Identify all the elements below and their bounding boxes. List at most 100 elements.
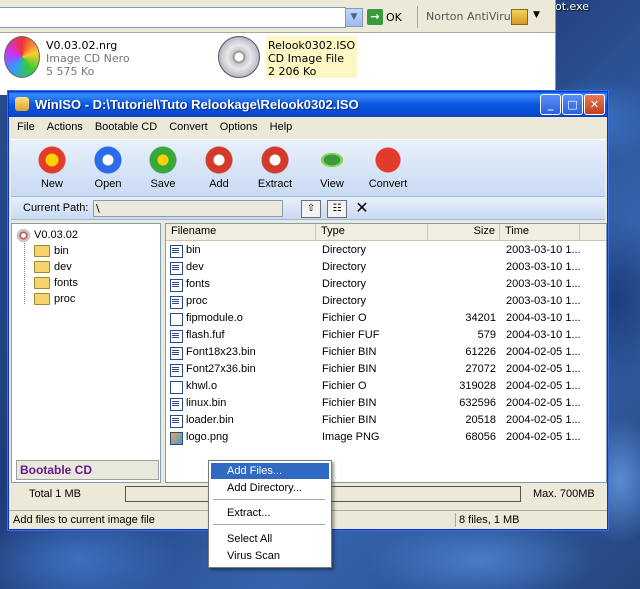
table-row[interactable]: fipmodule.o Fichier O 34201 2004-03-10 1... (166, 310, 606, 327)
up-folder-icon: ⇧ (306, 203, 316, 214)
menu-item-extract[interactable]: Extract... (211, 505, 329, 521)
norton-antivirus-label[interactable]: Norton AntiVirus (426, 10, 516, 23)
menu-file[interactable]: File (11, 118, 41, 137)
cell-size (428, 242, 496, 259)
delete-x-icon: ✕ (355, 198, 369, 217)
folder-icon (34, 245, 50, 257)
chevron-down-icon[interactable]: ▼ (533, 10, 540, 20)
convert-label: Convert (368, 178, 408, 190)
table-row[interactable]: loader.bin Fichier BIN 20518 2004-02-05 1..… (166, 412, 606, 429)
menu-options[interactable]: Options (214, 118, 264, 137)
file-type: CD Image File (268, 52, 345, 65)
go-button[interactable]: → OK (367, 8, 402, 26)
file-list-header: Filename Type Size Time (166, 224, 606, 241)
table-row[interactable]: proc Directory 2003-03-10 1... (166, 293, 606, 310)
cell-filename: fonts (186, 278, 210, 290)
new-button[interactable]: New (27, 144, 77, 194)
view-button[interactable]: View (307, 144, 357, 194)
file-tile-iso[interactable]: Relook0302.ISO CD Image File 2 206 Ko (218, 36, 358, 78)
folder-icon (34, 293, 50, 305)
extract-icon (259, 144, 291, 176)
cell-filename: loader.bin (186, 414, 234, 426)
menu-help[interactable]: Help (264, 118, 299, 137)
cell-filename: fipmodule.o (186, 312, 243, 324)
menu-separator (213, 524, 325, 525)
menu-convert[interactable]: Convert (163, 118, 214, 137)
table-row[interactable]: Font27x36.bin Fichier BIN 27072 2004-02-05 … (166, 361, 606, 378)
cell-time: 2003-03-10 1... (506, 261, 581, 273)
delete-button[interactable]: ✕ (353, 200, 371, 216)
cell-time: 2004-02-05 1... (506, 414, 581, 426)
tree-root[interactable]: V0.03.02 (17, 227, 78, 243)
max-size-label[interactable]: Max. 700MB (533, 488, 595, 500)
tree-item-label: proc (54, 293, 76, 305)
view-list-button[interactable]: ☷ (327, 200, 347, 218)
extract-button[interactable]: Extract (250, 144, 300, 194)
minimize-button[interactable]: _ (540, 94, 561, 115)
table-row[interactable]: bin Directory 2003-03-10 1... (166, 242, 606, 259)
file-tile-nrg[interactable]: V0.03.02.nrg Image CD Nero 5 575 Ko (4, 36, 130, 78)
menu-bootable-cd[interactable]: Bootable CD (89, 118, 163, 137)
table-row[interactable]: fonts Directory 2003-03-10 1... (166, 276, 606, 293)
address-input[interactable] (0, 7, 346, 28)
tree-item-label: fonts (54, 277, 78, 289)
cell-time: 2004-03-10 1... (506, 312, 581, 324)
cell-type: Fichier O (322, 380, 367, 392)
table-row[interactable]: logo.png Image PNG 68056 2004-02-05 1... (166, 429, 606, 446)
column-header-filename[interactable]: Filename (166, 224, 316, 240)
open-button[interactable]: Open (83, 144, 133, 194)
column-header-type[interactable]: Type (316, 224, 428, 240)
title-bar[interactable]: WinISO - D:\Tutoriel\Tuto Relookage\Relo… (9, 92, 607, 117)
column-header-time[interactable]: Time (500, 224, 580, 240)
menu-item-virus-scan[interactable]: Virus Scan (211, 548, 329, 564)
desktop-icon-label[interactable]: ot.exe (555, 0, 589, 13)
list-view-icon: ☷ (332, 203, 342, 214)
up-folder-button[interactable]: ⇧ (301, 200, 321, 218)
cd-image-icon (218, 36, 260, 78)
cell-type: Fichier BIN (322, 346, 377, 358)
go-label: OK (386, 10, 402, 24)
tree-item-bin[interactable]: bin (34, 243, 69, 259)
cell-time: 2004-02-05 1... (506, 346, 581, 358)
address-dropdown-button[interactable]: ▼ (345, 8, 363, 27)
main-toolbar: New Open Save Add Extract View Convert (11, 139, 605, 197)
cell-size: 632596 (459, 397, 496, 409)
cell-size (428, 276, 496, 293)
chevron-down-icon: ▼ (350, 12, 358, 22)
table-row[interactable]: khwl.o Fichier O 319028 2004-02-05 1... (166, 378, 606, 395)
column-header-size[interactable]: Size (428, 224, 500, 240)
table-row[interactable]: Font18x23.bin Fichier BIN 61226 2004-02-05 … (166, 344, 606, 361)
menu-item-add-directory[interactable]: Add Directory... (211, 480, 329, 496)
menu-actions[interactable]: Actions (41, 118, 89, 137)
tree-item-proc[interactable]: proc (34, 291, 75, 307)
table-row[interactable]: dev Directory 2003-03-10 1... (166, 259, 606, 276)
file-icon (170, 398, 183, 411)
cell-type: Directory (322, 261, 367, 273)
maximize-button[interactable]: □ (562, 94, 583, 115)
menu-item-select-all[interactable]: Select All (211, 531, 329, 547)
window-title: WinISO - D:\Tutoriel\Tuto Relookage\Relo… (35, 97, 359, 112)
minimize-icon: _ (547, 98, 554, 111)
table-row[interactable]: linux.bin Fichier BIN 632596 2004-02-05 1..… (166, 395, 606, 412)
menu-item-add-files[interactable]: Add Files... (211, 463, 329, 479)
file-size: 5 575 Ko (46, 65, 95, 78)
close-button[interactable]: ✕ (584, 94, 605, 115)
tree-item-dev[interactable]: dev (34, 259, 72, 275)
norton-icon[interactable] (511, 9, 528, 25)
winiso-app-icon[interactable] (15, 97, 29, 111)
file-list: Filename Type Size Time bin Directory 2003… (165, 223, 607, 483)
tree-item-fonts[interactable]: fonts (34, 275, 78, 291)
new-label: New (40, 178, 63, 190)
add-label: Add (209, 178, 229, 190)
file-size: 2 206 Ko (268, 65, 317, 78)
table-row[interactable]: flash.fuf Fichier FUF 579 2004-03-10 1... (166, 327, 606, 344)
current-path-input[interactable]: \ (93, 200, 283, 217)
cell-type: Fichier FUF (322, 329, 380, 341)
convert-button[interactable]: Convert (363, 144, 413, 194)
add-button[interactable]: Add (194, 144, 244, 194)
save-button[interactable]: Save (138, 144, 188, 194)
bootable-cd-panel[interactable]: Bootable CD (16, 460, 159, 480)
file-icon (170, 313, 183, 326)
view-icon (316, 144, 348, 176)
close-icon: ✕ (589, 98, 600, 111)
